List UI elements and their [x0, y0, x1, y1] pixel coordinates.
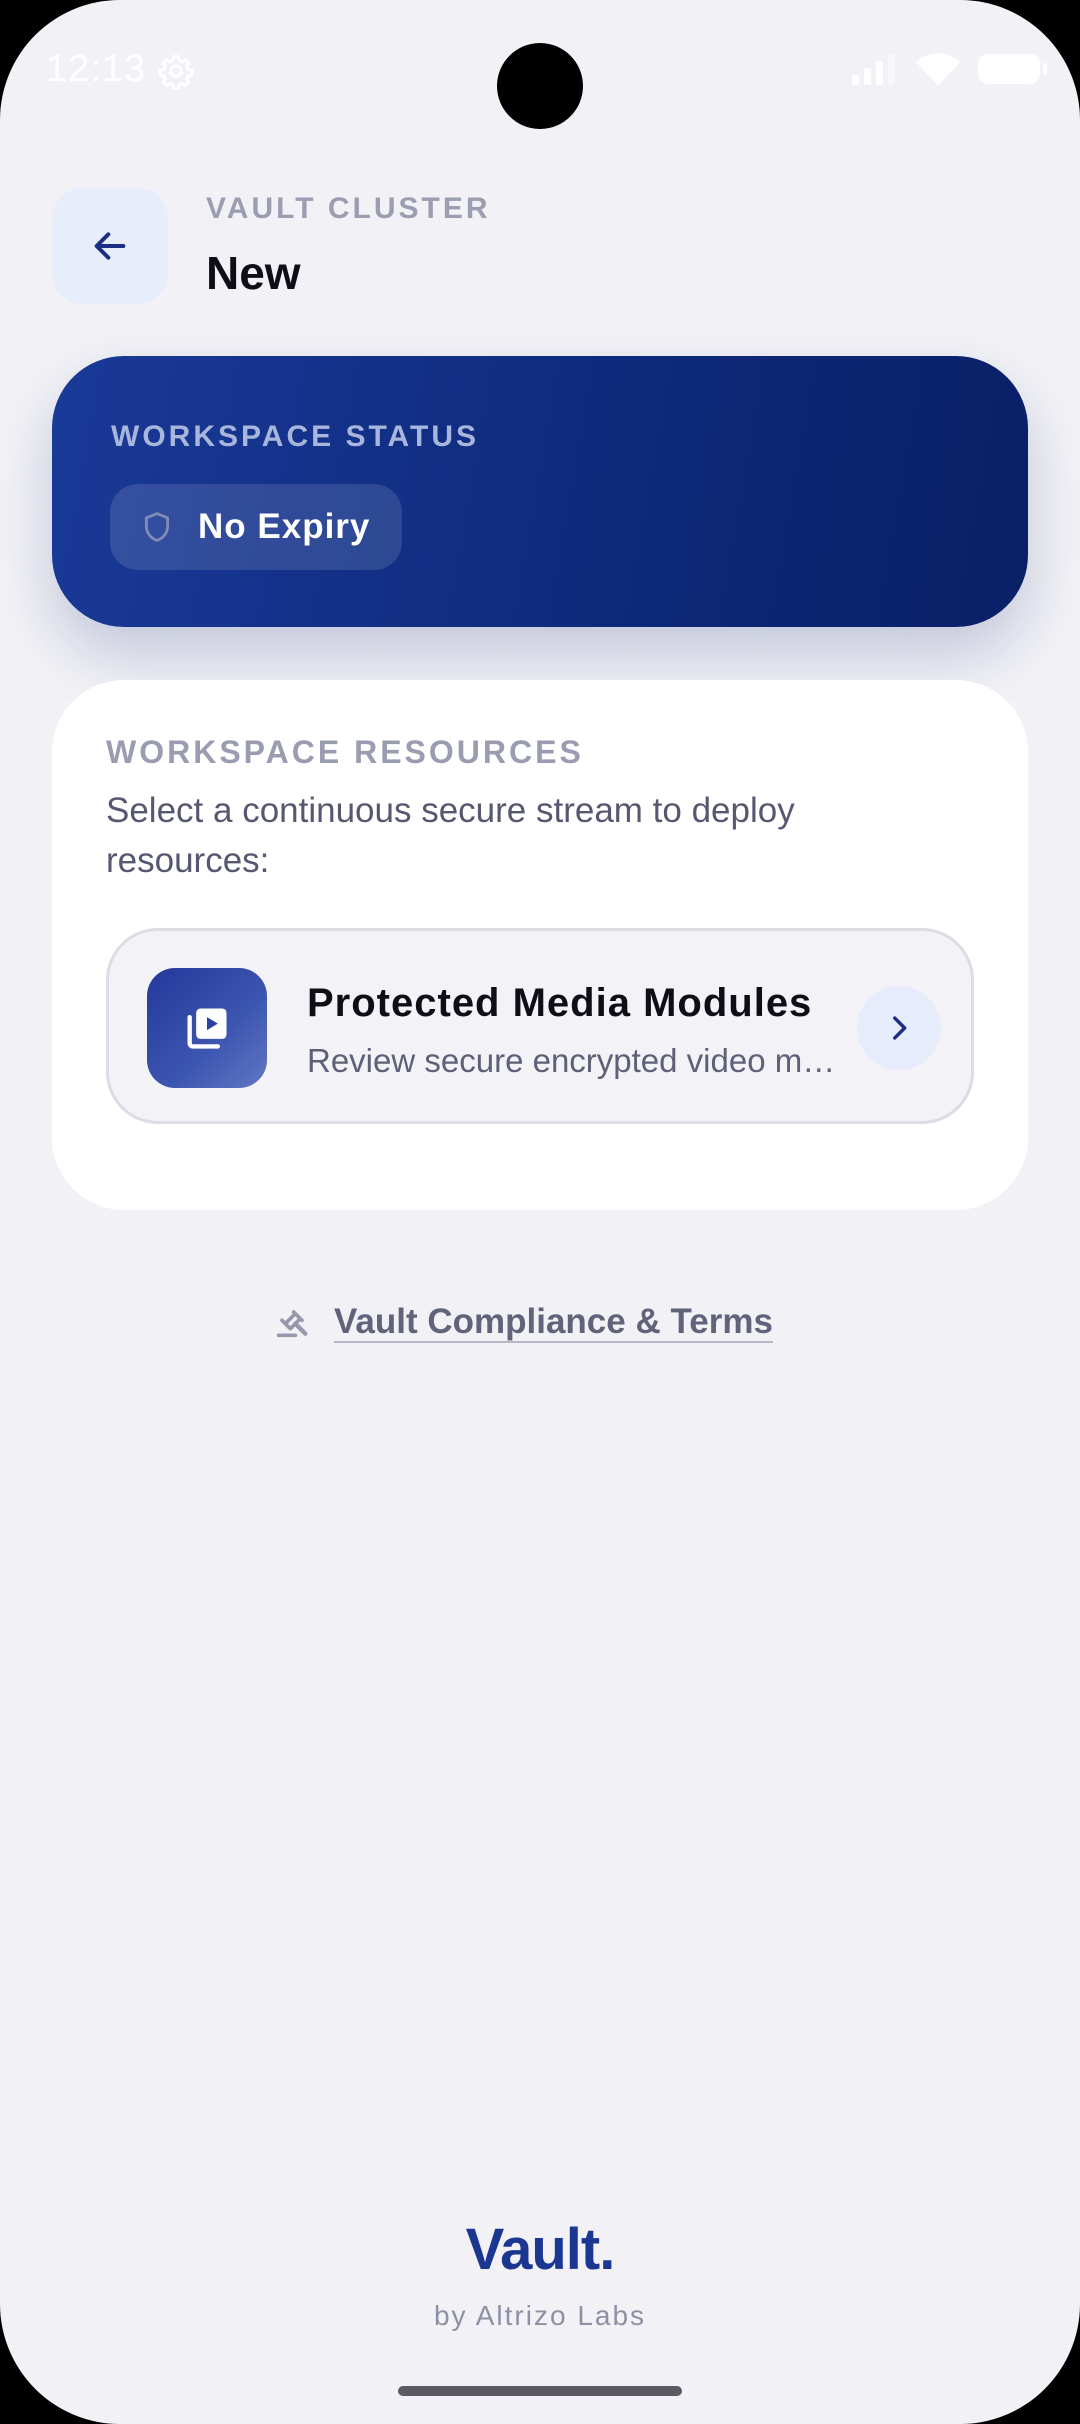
compliance-link[interactable]: Vault Compliance & Terms: [272, 1302, 773, 1342]
workspace-status-label: WORKSPACE STATUS: [111, 420, 479, 453]
module-subtitle: Review secure encrypted video modules: [307, 1042, 837, 1079]
back-button[interactable]: [52, 188, 168, 304]
home-indicator[interactable]: [398, 2386, 682, 2396]
module-title: Protected Media Modules: [307, 981, 813, 1025]
gear-icon: [158, 55, 194, 89]
brand-byline: by Altrizo Labs: [433, 2300, 647, 2331]
workspace-status-card: WORKSPACE STATUS No Expiry: [52, 356, 1028, 627]
brand-logo: Vault.: [465, 2217, 616, 2282]
status-badge-text: No Expiry: [198, 507, 371, 546]
status-time: 12:13: [46, 48, 147, 90]
status-badge: No Expiry: [110, 484, 403, 570]
shield-icon: [144, 512, 170, 542]
workspace-resources-card: WORKSPACE RESOURCES Select a continuous …: [52, 680, 1028, 1210]
video-library-icon: [147, 968, 267, 1088]
page-title: New: [206, 247, 301, 299]
battery-icon: [978, 54, 1047, 84]
status-indicators: [852, 52, 1047, 86]
workspace-resources-description: Select a continuous secure stream to dep…: [106, 791, 795, 880]
protected-media-modules-item[interactable]: Protected Media Modules Review secure en…: [106, 928, 974, 1124]
front-camera: [497, 43, 583, 129]
workspace-resources-label: WORKSPACE RESOURCES: [106, 734, 584, 770]
wifi-icon: [916, 53, 960, 86]
gavel-icon: [276, 1310, 308, 1338]
header-eyebrow: VAULT CLUSTER: [206, 192, 491, 225]
compliance-link-label[interactable]: Vault Compliance & Terms: [334, 1302, 773, 1342]
signal-icon: [852, 53, 895, 85]
chevron-right-icon[interactable]: [857, 986, 941, 1070]
arrow-left-icon: [94, 232, 126, 260]
phone-screen: 12:13 VAULT CLUSTER New WORKSPACE STATUS: [0, 0, 1080, 2424]
